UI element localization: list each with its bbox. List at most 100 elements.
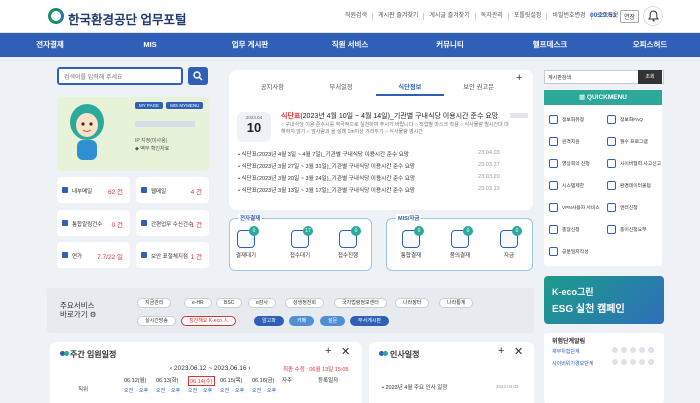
quickmenu-item[interactable]: 공문일지직성 xyxy=(549,242,604,260)
tab-security-notice[interactable]: 보안 권고문 xyxy=(444,80,513,96)
risk-cyber[interactable]: 사이버위기경보단계 xyxy=(552,360,593,367)
featured-post-title[interactable]: 식단표(2023년 4월 10일 ~ 4월 14일)_기관별 구내식당 이용시간… xyxy=(281,111,498,121)
service-chip[interactable]: 국가법령정보센터 xyxy=(334,298,387,308)
list-item[interactable]: • 식단표(2023년 3월 13일 ~ 3월 17일)_기관별 구내식당 이용… xyxy=(238,186,528,194)
extend-session-button[interactable]: 연장 xyxy=(620,10,640,23)
search-button[interactable] xyxy=(188,67,208,85)
service-chip[interactable]: 카페 xyxy=(289,316,315,326)
quickmenu-item[interactable]: 정보화유정 xyxy=(549,110,604,128)
tile-internal-mail[interactable]: 내부메일 62 건 xyxy=(57,177,130,203)
close-icon[interactable]: ✕ xyxy=(341,345,350,358)
quickmenu-item[interactable]: 사이버협력 사고신고 xyxy=(607,154,662,172)
nav-board[interactable]: 업무 게시판 xyxy=(200,33,300,57)
tab-menu-info[interactable]: 식단정보 xyxy=(375,80,445,96)
util-link[interactable]: 게시판 즐겨찾기 xyxy=(373,13,425,20)
nav-mis[interactable]: MIS xyxy=(100,33,200,57)
service-chip[interactable]: BSC xyxy=(216,298,243,308)
close-icon[interactable]: ✕ xyxy=(514,345,523,358)
service-chip[interactable]: 실시간방송 xyxy=(137,316,177,326)
column-header: 06.13(화) xyxy=(156,378,179,384)
hr-item[interactable]: • 2023년 4월 주요 인사 일정 xyxy=(382,383,447,391)
menu-icon xyxy=(549,224,558,234)
quickmenu-title: ▦ QUICKMENU xyxy=(544,90,662,105)
list-item[interactable]: • 식단표(2023년 3월 20일 ~ 3월 24일)_기관별 구내식당 이용… xyxy=(238,174,528,182)
plus-icon[interactable]: + xyxy=(325,345,331,357)
plus-icon[interactable]: + xyxy=(498,345,504,357)
util-link[interactable]: 게시글 즐겨찾기 xyxy=(424,13,476,20)
notification-button[interactable] xyxy=(643,6,663,26)
quickmenu-item[interactable]: 환경데이터볼텀 xyxy=(607,176,662,194)
nav-helpdesk[interactable]: 헬프데스크 xyxy=(500,33,600,57)
list-item[interactable]: • 식단표(2023년 4월 3일 ~ 4월 7일)_기관별 구내식당 이용시간… xyxy=(238,150,528,158)
tile-notifications[interactable]: 통합알림건수 0 건 xyxy=(57,210,130,236)
quickmenu-item[interactable]: 영상회의 신청 xyxy=(549,154,604,172)
service-chip[interactable]: 설문 xyxy=(320,316,346,326)
service-chip[interactable]: 지금관리 xyxy=(137,298,172,308)
ampm-label: 오전 xyxy=(188,388,198,394)
service-chip[interactable]: e-HR xyxy=(184,298,212,308)
service-chip[interactable]: 징잔해요 K-eco 人 xyxy=(181,316,237,326)
logo-icon[interactable] xyxy=(48,8,64,24)
service-chip[interactable]: 성생정전회 xyxy=(285,298,325,308)
board-search-button[interactable]: 조회 xyxy=(638,70,662,84)
next-week-icon[interactable]: › xyxy=(246,365,250,372)
service-chip[interactable]: 나라장터 xyxy=(395,298,430,308)
service-chip[interactable]: 나라통계 xyxy=(439,298,474,308)
column-header: 직위 xyxy=(78,387,89,393)
tab-dept-schedule[interactable]: 부서일정 xyxy=(307,80,376,96)
quickmenu-item[interactable]: 종이신청요부 xyxy=(607,220,662,238)
quickmenu-item[interactable]: 원격지원 xyxy=(549,132,604,150)
approval-waiting[interactable]: 0 결재대기 xyxy=(226,226,266,259)
quickmenu-item[interactable]: VPN사용자 서비스 xyxy=(549,198,604,216)
funds[interactable]: 0 자금 xyxy=(489,226,529,259)
receipt-progress[interactable]: 0 접수진행 xyxy=(328,226,368,259)
search-input[interactable]: 검색어를 입력해 주세요 xyxy=(57,67,183,85)
more-plus-icon[interactable]: + xyxy=(516,72,522,84)
service-chip[interactable]: 부서게시판 xyxy=(350,316,390,326)
proposal-approval[interactable]: 0 품의결재 xyxy=(440,226,480,259)
tile-simple-work[interactable]: 간편업무 수신건수 1 건 xyxy=(136,210,209,236)
util-link[interactable]: 포틀릿설정 xyxy=(509,13,548,20)
integrated-approval[interactable]: 0 통합결재 xyxy=(391,226,431,259)
eco-campaign-banner[interactable]: K-eco그린 ESG 실천 캠페인 xyxy=(544,276,664,324)
profile-name-redacted xyxy=(135,121,195,127)
site-title[interactable]: 한국환경공단 업무포털 xyxy=(68,9,186,28)
menu-icon xyxy=(549,180,558,190)
last-updated: 최종 수정 : 06월 13일 15:05 xyxy=(283,367,349,373)
list-item[interactable]: • 식단표(2023년 3월 27일 ~ 3월 31일)_기관별 구내식당 이용… xyxy=(238,162,528,170)
work-confirm[interactable]: ◆ 벡무 확인자료 xyxy=(135,145,169,153)
tile-leave[interactable]: 연가 7.7/22 일 xyxy=(57,242,130,268)
quickmenu-item[interactable]: 정보화FAQ xyxy=(607,110,662,128)
mypage-tag[interactable]: MY PAGE xyxy=(135,102,164,109)
service-chip[interactable]: e감사 xyxy=(248,298,276,308)
util-link[interactable]: 독자관리 xyxy=(476,13,509,20)
gear-icon[interactable]: ⚙ xyxy=(90,310,97,319)
nav-approval[interactable]: 전자결재 xyxy=(0,33,100,57)
menu-icon xyxy=(549,114,558,124)
menu-icon xyxy=(607,158,616,168)
services-title: 주요서비스 바로가기 ⚙ xyxy=(60,301,97,319)
nav-office[interactable]: 오피스허드 xyxy=(600,33,700,57)
inbox-icon: 17 xyxy=(291,226,313,248)
receipt-waiting[interactable]: 17 접수대기 xyxy=(280,226,320,259)
service-chip[interactable]: 알고파 xyxy=(254,316,284,326)
nav-community[interactable]: 커뮤니티 xyxy=(400,33,500,57)
util-link[interactable]: 비밀번호변경 xyxy=(547,13,592,20)
nav-staff[interactable]: 직원 서비스 xyxy=(300,33,400,57)
doc-icon xyxy=(141,220,147,226)
column-header: 06.12(월) xyxy=(124,378,147,384)
tile-security[interactable]: 보안 표절체지점 1 건 xyxy=(136,242,209,268)
tab-notice[interactable]: 공지사항 xyxy=(238,80,307,96)
risk-level-indicator xyxy=(612,359,654,365)
util-link[interactable]: 직원검색 xyxy=(340,13,374,20)
ampm-label: 오전 xyxy=(124,388,134,394)
mis-group-title: MIS/자금 xyxy=(396,214,422,222)
quickmenu-item[interactable]: 총장신청 xyxy=(549,220,604,238)
quickmenu-item[interactable]: 월수 프로그램 xyxy=(607,132,662,150)
quickmenu-item[interactable]: 엔터신청 xyxy=(607,198,662,216)
risk-finance[interactable]: 재무위험단계 xyxy=(552,348,580,355)
tile-webmail[interactable]: 웹메일 4 건 xyxy=(136,177,209,203)
mis-mymenu-tag[interactable]: MIS MYMENU xyxy=(166,102,204,109)
mascot-avatar xyxy=(70,104,104,160)
quickmenu-item[interactable]: 시스템제한 xyxy=(549,176,604,194)
